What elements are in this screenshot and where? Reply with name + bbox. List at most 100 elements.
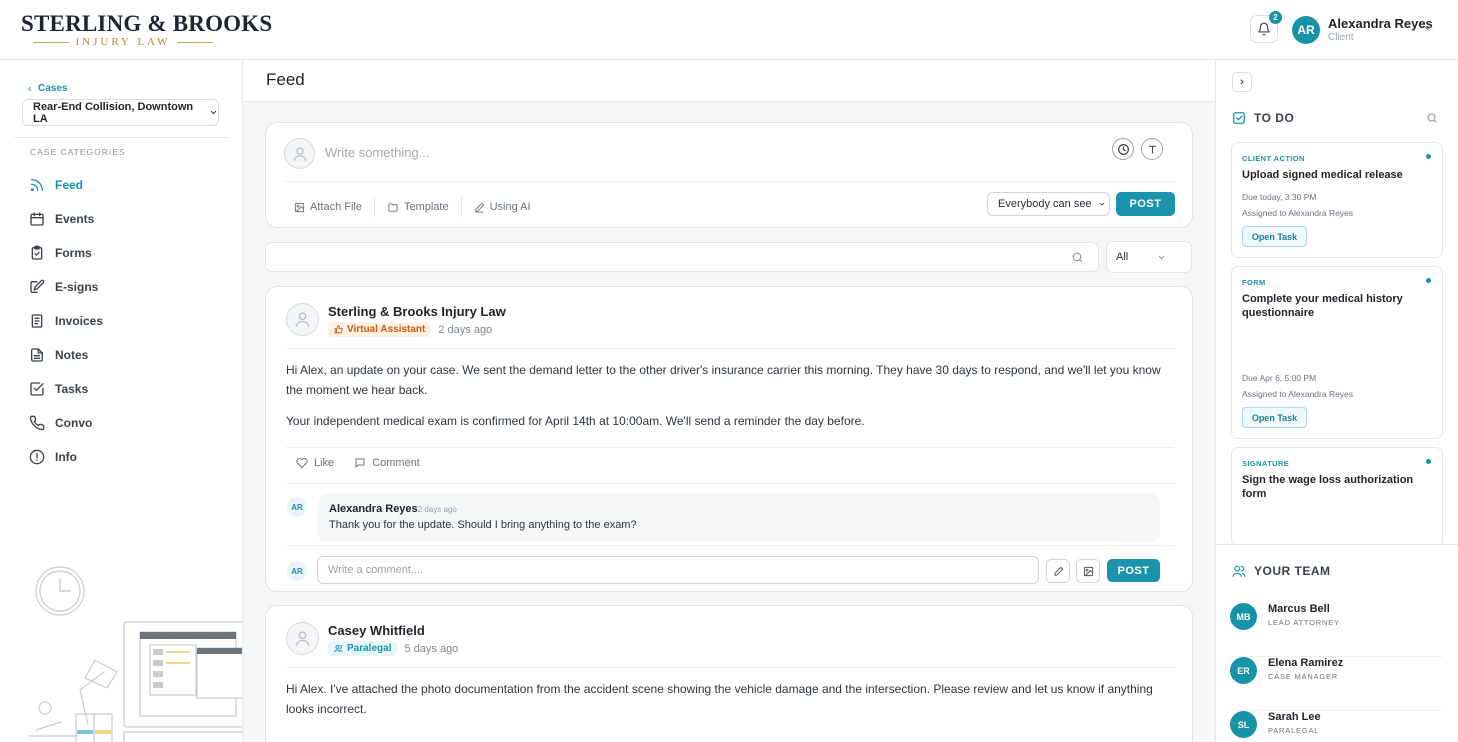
user-name[interactable]: Alexandra Reyes [1328, 16, 1433, 31]
comment-ai-button[interactable] [1046, 559, 1070, 583]
member-name: Sarah Lee [1268, 711, 1321, 723]
users-icon [1232, 564, 1246, 578]
comment-button[interactable]: Comment [354, 457, 420, 469]
like-button[interactable]: Like [296, 457, 334, 469]
member-role: CASE MANAGER [1268, 672, 1339, 681]
feed-post: Casey Whitfield Paralegal 5 days ago Hi … [265, 605, 1193, 742]
edit-icon [28, 278, 46, 296]
member-name: Marcus Bell [1268, 603, 1330, 615]
nav-item-invoices[interactable]: Invoices [28, 304, 103, 338]
schedule-button[interactable] [1112, 138, 1134, 160]
pen-icon [474, 202, 485, 213]
pen-icon [1053, 566, 1064, 577]
task-title: Upload signed medical release [1242, 169, 1403, 181]
post-body: Hi Alex. I've attached the photo documen… [286, 682, 1153, 716]
search-icon[interactable] [1426, 112, 1438, 124]
feed-search-input[interactable] [265, 242, 1099, 272]
nav-item-forms[interactable]: Forms [28, 236, 103, 270]
case-select[interactable]: Rear-End Collision, Downtown LA [22, 99, 219, 126]
rss-icon [28, 176, 46, 194]
image-icon [294, 202, 305, 213]
post-author[interactable]: Sterling & Brooks Injury Law [328, 304, 506, 319]
comment-time: 2 days ago [417, 505, 457, 514]
task-due: Due today, 3:30 PM [1242, 192, 1317, 202]
team-member[interactable]: ER Elena Ramirez CASE MANAGER [1230, 657, 1442, 711]
avatar: ER [1230, 657, 1257, 684]
team-member[interactable]: MB Marcus Bell LEAD ATTORNEY [1230, 603, 1442, 657]
member-name: Elena Ramirez [1268, 657, 1344, 669]
post-body: Hi Alex, an update on your case. We sent… [286, 363, 1161, 428]
avatar [284, 138, 315, 169]
clipboard-icon [28, 244, 46, 262]
receipt-icon [28, 312, 46, 330]
categories-heading: CASE CATEGORIES [30, 147, 126, 157]
using-ai-button[interactable]: Using AI [474, 197, 543, 217]
top-bar: STERLING & BROOKS INJURY LAW 2 AR Alexan… [0, 0, 1458, 60]
brand-logo[interactable]: STERLING & BROOKS INJURY LAW [21, 12, 272, 49]
back-to-cases-link[interactable]: Cases [26, 83, 67, 94]
phone-icon [28, 414, 46, 432]
notification-badge: 2 [1269, 11, 1282, 24]
task-card[interactable]: CLIENT ACTION Upload signed medical rele… [1231, 142, 1443, 258]
comment-input[interactable]: Write a comment.... [317, 556, 1039, 584]
post-button[interactable]: POST [1116, 192, 1175, 216]
comment: Alexandra Reyes2 days ago Thank you for … [318, 494, 1160, 542]
member-role: PARALEGAL [1268, 726, 1320, 735]
visibility-select[interactable]: Everybody can see [987, 192, 1110, 216]
open-task-button[interactable]: Open Task [1242, 226, 1307, 247]
nav-item-feed[interactable]: Feed [28, 168, 103, 202]
nav-item-events[interactable]: Events [28, 202, 103, 236]
unread-dot [1426, 459, 1431, 464]
text-format-icon [1147, 144, 1158, 155]
user-placeholder-icon [293, 629, 312, 648]
folder-icon [387, 202, 399, 213]
comment-avatar: AR [287, 497, 307, 517]
post-author[interactable]: Casey Whitfield [328, 623, 425, 638]
template-button[interactable]: Template [387, 197, 462, 217]
clock-icon [1117, 143, 1130, 156]
team-heading: YOUR TEAM [1232, 564, 1331, 578]
text-format-button[interactable] [1141, 138, 1163, 160]
attach-file-button[interactable]: Attach File [294, 197, 375, 217]
user-avatar[interactable]: AR [1292, 16, 1320, 44]
nav-item-convo[interactable]: Convo [28, 406, 103, 440]
comment-post-button[interactable]: POST [1107, 559, 1160, 582]
task-category: FORM [1242, 278, 1266, 287]
user-placeholder-icon [291, 145, 309, 163]
collapse-panel-button[interactable] [1232, 72, 1252, 92]
task-card[interactable]: FORM Complete your medical history quest… [1231, 266, 1443, 439]
chevron-left-icon [26, 85, 33, 93]
unread-dot [1426, 154, 1431, 159]
thumbs-up-icon [334, 325, 343, 334]
chevron-down-icon[interactable] [1423, 24, 1432, 33]
unread-dot [1426, 278, 1431, 283]
checkbox-icon [1232, 111, 1246, 125]
avatar: SL [1230, 711, 1257, 738]
office-illustration [0, 560, 242, 742]
compose-input[interactable]: Write something... [325, 145, 430, 160]
nav-item-notes[interactable]: Notes [28, 338, 103, 372]
chevron-right-icon [1238, 78, 1246, 86]
open-task-button[interactable]: Open Task [1242, 407, 1307, 428]
task-card[interactable]: SIGNATURE Sign the wage loss authorizati… [1231, 447, 1443, 547]
role-badge: Virtual Assistant [328, 322, 432, 337]
feed-filter-select[interactable]: All [1106, 241, 1192, 273]
chevron-down-icon [1098, 200, 1106, 208]
todo-heading: TO DO [1232, 111, 1294, 125]
nav-item-info[interactable]: Info [28, 440, 103, 474]
post-composer: Write something... Attach File Template … [265, 122, 1193, 228]
comment-author[interactable]: Alexandra Reyes [329, 503, 418, 515]
comment-attach-button[interactable] [1076, 559, 1100, 583]
task-title: Complete your medical history questionna… [1242, 293, 1403, 319]
notifications-button[interactable]: 2 [1250, 11, 1282, 43]
users-icon [334, 644, 343, 653]
checkbox-icon [28, 380, 46, 398]
task-category: SIGNATURE [1242, 459, 1290, 468]
nav-item-tasks[interactable]: Tasks [28, 372, 103, 406]
category-nav: Feed Events Forms E-signs Invoices Notes… [28, 168, 103, 474]
case-name: Rear-End Collision, Downtown LA [33, 100, 194, 125]
task-assignee: Assigned to Alexandra Reyes [1242, 208, 1354, 218]
nav-item-esigns[interactable]: E-signs [28, 270, 103, 304]
case-sidebar: Cases Rear-End Collision, Downtown LA CA… [0, 60, 243, 742]
team-member[interactable]: SL Sarah Lee PARALEGAL [1230, 711, 1442, 742]
